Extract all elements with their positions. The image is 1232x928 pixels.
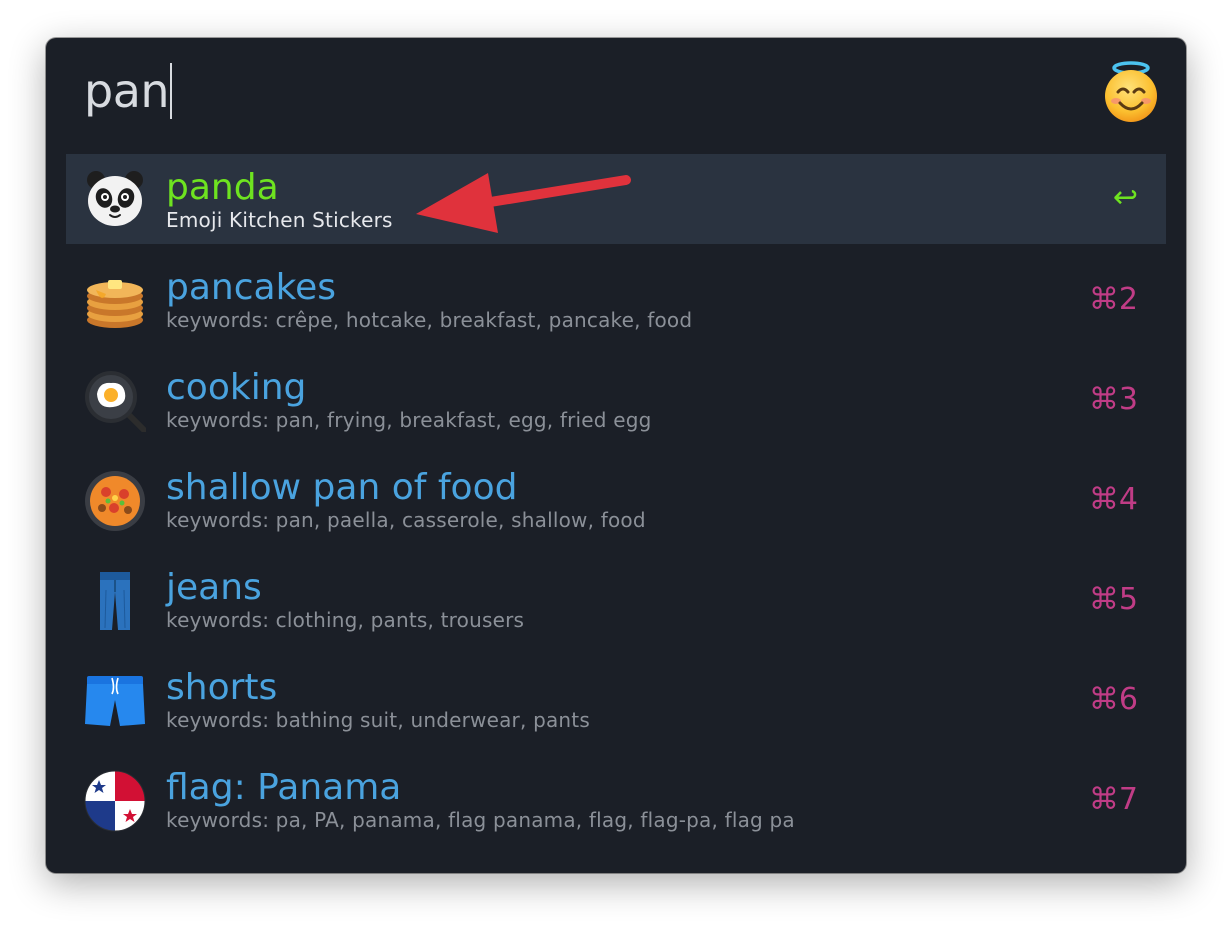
shortcut-label: ⌘7 <box>1088 782 1138 817</box>
result-subtitle: keywords: pan, paella, casserole, shallo… <box>166 508 646 532</box>
result-subtitle: keywords: clothing, pants, trousers <box>166 608 525 632</box>
result-row-flag-panama[interactable]: flag: Panama keywords: pa, PA, panama, f… <box>66 754 1166 854</box>
shortcut-label: ⌘6 <box>1088 682 1138 717</box>
launcher-window: pan panda Emoji Kitchen Stickers ↩ panca… <box>46 38 1186 873</box>
text-caret <box>170 63 173 119</box>
smiling-face-with-halo-icon <box>1105 61 1157 122</box>
search-query: pan <box>84 64 170 118</box>
shortcut-label: ⌘2 <box>1088 282 1138 317</box>
search-row: pan <box>46 38 1186 154</box>
result-row-panda[interactable]: panda Emoji Kitchen Stickers ↩ <box>66 154 1166 244</box>
return-key-icon: ↩ <box>1112 180 1138 215</box>
result-title: shallow pan of food <box>166 467 518 508</box>
shallow-pan-of-food-icon <box>85 471 145 531</box>
shortcut-label: ⌘3 <box>1088 382 1138 417</box>
results-list: panda Emoji Kitchen Stickers ↩ pancakes … <box>66 154 1166 854</box>
result-row-cooking[interactable]: cooking keywords: pan, frying, breakfast… <box>66 354 1166 454</box>
result-title: pancakes <box>166 267 337 308</box>
result-title: panda <box>166 167 279 208</box>
shortcut-label: ⌘5 <box>1088 582 1138 617</box>
shorts-icon <box>85 676 145 726</box>
pancakes-icon <box>87 280 143 328</box>
result-row-shallow-pan-of-food[interactable]: shallow pan of food keywords: pan, paell… <box>66 454 1166 554</box>
result-row-shorts[interactable]: shorts keywords: bathing suit, underwear… <box>66 654 1166 754</box>
flag-panama-icon <box>84 770 146 832</box>
result-title: shorts <box>166 667 278 708</box>
result-row-pancakes[interactable]: pancakes keywords: crêpe, hotcake, break… <box>66 254 1166 354</box>
result-title: jeans <box>166 567 262 608</box>
jeans-icon <box>100 572 130 630</box>
shortcut-label: ⌘4 <box>1088 482 1138 517</box>
result-subtitle: keywords: pa, PA, panama, flag panama, f… <box>166 808 795 832</box>
result-title: flag: Panama <box>166 767 402 808</box>
result-subtitle: keywords: crêpe, hotcake, breakfast, pan… <box>166 308 693 332</box>
result-title: cooking <box>166 367 307 408</box>
search-input[interactable]: pan <box>84 60 173 122</box>
result-subtitle: keywords: bathing suit, underwear, pants <box>166 708 590 732</box>
result-row-jeans[interactable]: jeans keywords: clothing, pants, trouser… <box>66 554 1166 654</box>
result-subtitle: keywords: pan, frying, breakfast, egg, f… <box>166 408 652 432</box>
result-subtitle: Emoji Kitchen Stickers <box>166 208 393 232</box>
panda-icon <box>87 171 143 226</box>
cooking-icon <box>85 371 146 432</box>
